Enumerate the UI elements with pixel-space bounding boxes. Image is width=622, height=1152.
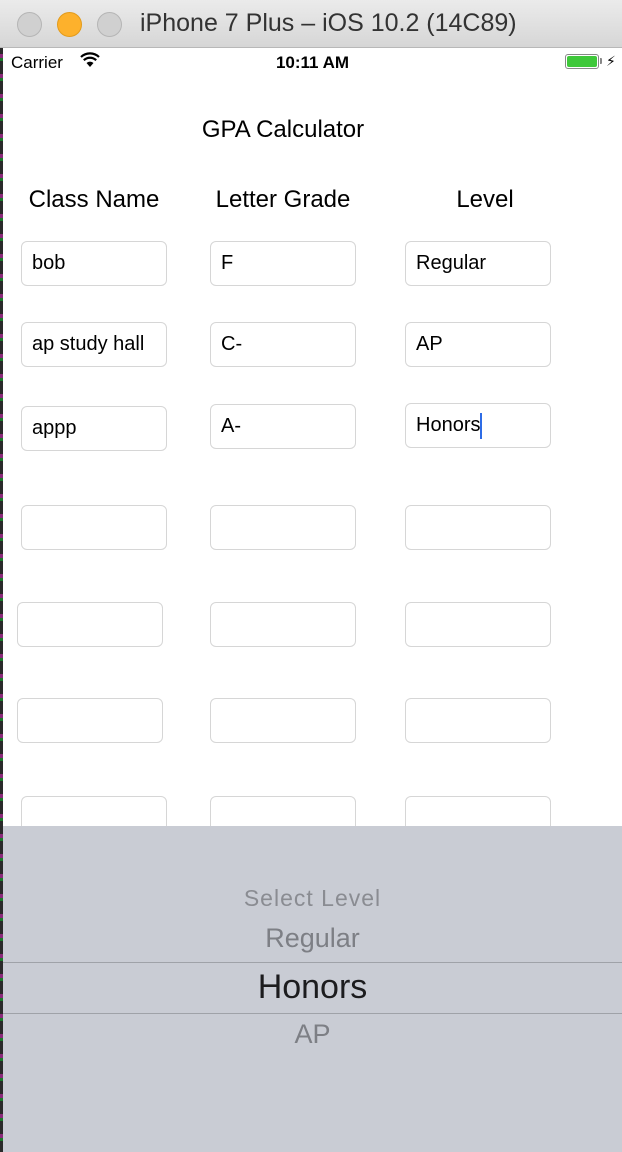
letter-grade-header: Letter Grade [215,186,351,213]
picker-option-select-level[interactable]: Select Level [3,885,622,912]
level-field[interactable] [405,602,551,647]
level-header: Level [456,186,514,213]
ios-screen: Carrier 10:11 AM ⚡ GPA Calculator Class … [3,48,622,1152]
battery-nub [600,58,602,64]
letter-grade-field[interactable]: C- [210,322,356,367]
charging-bolt-icon: ⚡ [606,53,616,69]
level-field[interactable]: Regular [405,241,551,286]
class-name-field[interactable] [17,602,163,647]
status-bar: Carrier 10:11 AM ⚡ [3,48,622,76]
minimize-window-button[interactable] [57,12,82,37]
letter-grade-field[interactable] [210,602,356,647]
picker-selection-top-divider [3,962,622,963]
letter-grade-field[interactable] [210,505,356,550]
level-picker[interactable]: Select Level Regular Honors AP [3,826,622,1152]
class-name-header: Class Name [28,186,160,213]
picker-selection-bottom-divider [3,1013,622,1014]
level-field[interactable]: AP [405,322,551,367]
zoom-window-button[interactable] [97,12,122,37]
class-name-field[interactable]: ap study hall [21,322,167,367]
picker-option-selected[interactable]: Honors [3,968,622,1007]
picker-option-regular[interactable]: Regular [3,923,622,954]
class-name-field[interactable]: appp [21,406,167,451]
close-window-button[interactable] [17,12,42,37]
level-field-value: Honors [416,414,481,436]
letter-grade-field[interactable]: F [210,241,356,286]
level-field[interactable] [405,505,551,550]
text-cursor [480,412,483,439]
class-name-field[interactable] [21,505,167,550]
battery-icon [565,54,599,69]
page-title: GPA Calculator [201,116,365,143]
window-titlebar: iPhone 7 Plus – iOS 10.2 (14C89) [0,0,622,48]
letter-grade-field[interactable] [210,698,356,743]
class-name-field[interactable] [17,698,163,743]
picker-option-ap[interactable]: AP [3,1019,622,1050]
letter-grade-field[interactable]: A- [210,404,356,449]
status-time: 10:11 AM [275,53,350,72]
window-title: iPhone 7 Plus – iOS 10.2 (14C89) [140,9,517,37]
level-field[interactable] [405,698,551,743]
class-name-field[interactable]: bob [21,241,167,286]
level-field-active[interactable]: Honors [405,403,551,448]
